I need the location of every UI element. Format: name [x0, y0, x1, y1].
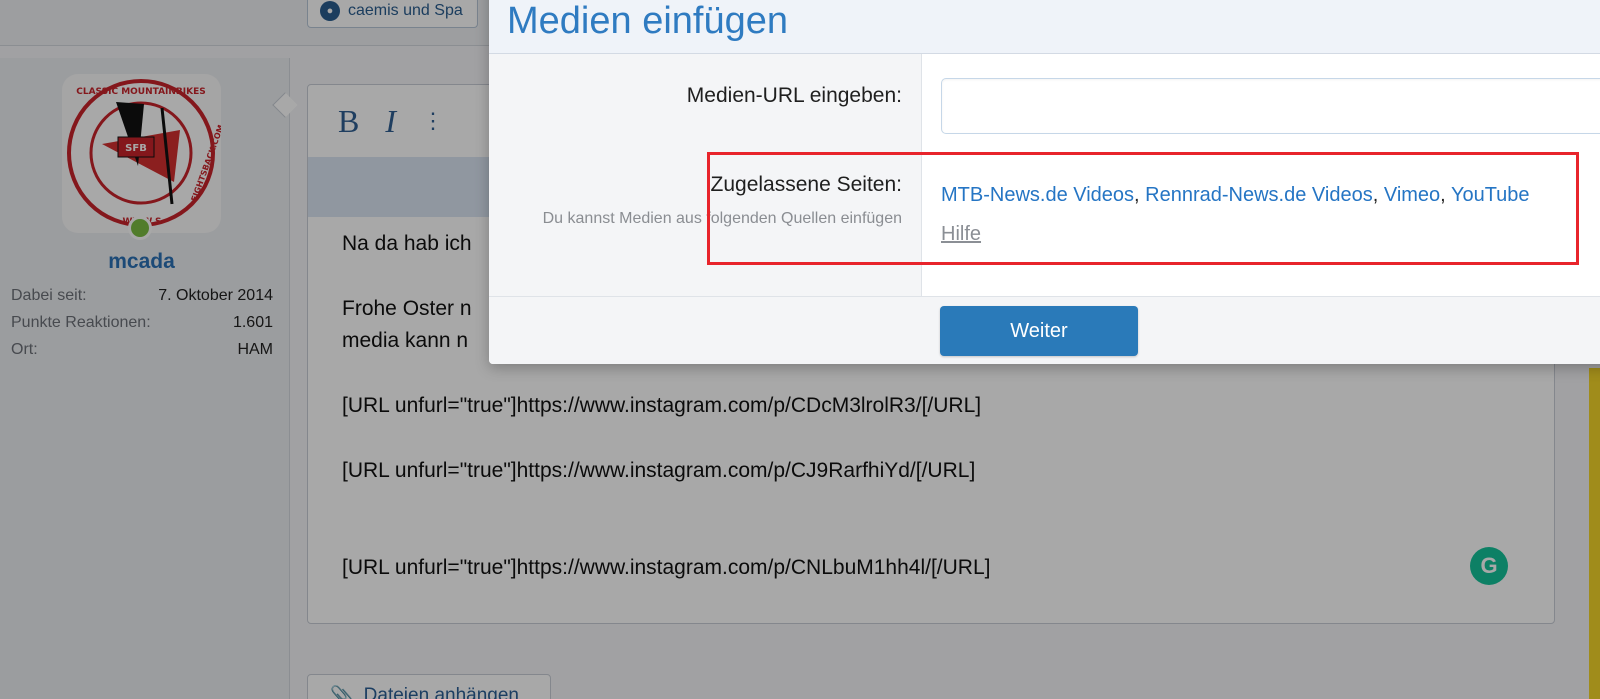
media-url-input[interactable]	[941, 78, 1600, 134]
dialog-header: Medien einfügen	[489, 0, 1600, 54]
annotation-highlight-box	[707, 152, 1579, 265]
dialog-footer: Weiter	[489, 296, 1600, 364]
continue-button[interactable]: Weiter	[940, 306, 1138, 356]
dialog-title: Medien einfügen	[507, 0, 788, 42]
media-url-label: Medien-URL eingeben:	[686, 84, 902, 107]
